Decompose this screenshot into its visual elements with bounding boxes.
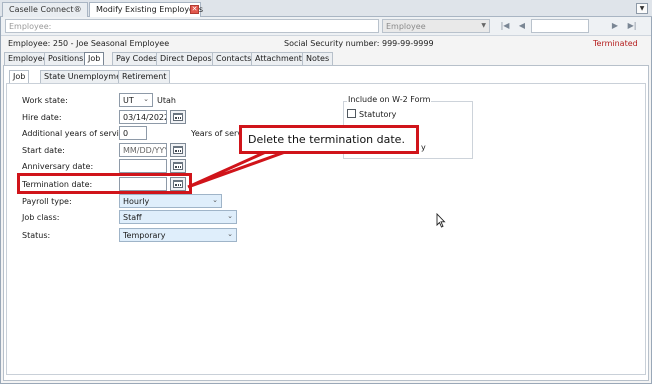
first-record-icon[interactable]: |◀ xyxy=(500,21,510,31)
instruction-callout: Delete the termination date. xyxy=(239,125,419,154)
years-of-service-label: Years of servi xyxy=(191,129,245,138)
window-menu-chevron-icon[interactable]: ▼ xyxy=(636,3,648,14)
statutory-label: Statutory xyxy=(359,110,397,119)
subtab-job[interactable]: Job xyxy=(9,70,30,83)
employee-name-label: Employee: 250 - Joe Seasonal Employee xyxy=(8,39,170,48)
chevron-down-icon: ⌄ xyxy=(212,196,218,204)
employee-search-input[interactable]: Employee: xyxy=(5,19,379,33)
anniversary-date-input[interactable] xyxy=(119,159,167,173)
additional-years-value: 0 xyxy=(123,129,129,138)
statutory-checkbox[interactable] xyxy=(347,109,356,118)
payroll-type-select[interactable]: Hourly ⌄ xyxy=(119,194,222,208)
last-record-icon[interactable]: ▶| xyxy=(627,21,637,31)
payroll-type-value: Hourly xyxy=(123,197,150,206)
mouse-cursor-icon xyxy=(436,213,446,228)
work-state-value: UT xyxy=(123,96,134,105)
chevron-down-icon: ⌄ xyxy=(227,212,233,220)
tab-positions[interactable]: Positions xyxy=(44,52,88,65)
work-state-select[interactable]: UT ⌄ xyxy=(119,93,153,107)
callout-text: Delete the termination date. xyxy=(248,133,405,146)
hire-date-input[interactable]: 03/14/2022 xyxy=(119,110,167,124)
tab-pay-codes[interactable]: Pay Codes xyxy=(112,52,162,65)
tab-label: Modify Existing Employees xyxy=(96,5,204,14)
additional-years-label: Additional years of service: xyxy=(22,129,131,138)
payroll-type-label: Payroll type: xyxy=(22,197,72,206)
status-select[interactable]: Temporary ⌄ xyxy=(119,228,237,242)
additional-years-input[interactable]: 0 xyxy=(119,126,147,140)
hire-date-value: 03/14/2022 xyxy=(123,113,167,122)
record-number-input[interactable] xyxy=(531,19,589,33)
job-class-label: Job class: xyxy=(22,213,60,222)
calendar-icon[interactable] xyxy=(170,143,186,157)
employee-status-badge: Terminated xyxy=(593,39,638,48)
start-date-label: Start date: xyxy=(22,146,65,155)
status-label: Status: xyxy=(22,231,51,240)
tab-caselle-connect[interactable]: Caselle Connect® xyxy=(2,2,88,17)
start-date-placeholder: MM/DD/YYYY xyxy=(123,146,166,155)
job-class-select[interactable]: Staff ⌄ xyxy=(119,210,237,224)
next-record-icon[interactable]: ▶ xyxy=(610,21,620,31)
close-tab-icon[interactable]: ✕ xyxy=(190,5,199,14)
employee-search-placeholder: Employee: xyxy=(9,22,52,31)
hire-date-label: Hire date: xyxy=(22,113,62,122)
chevron-down-icon: ▼ xyxy=(481,22,486,29)
toolbar: Employee: Employee ▼ |◀ ◀ ▶ ▶| xyxy=(1,17,651,36)
subtab-retirement[interactable]: Retirement xyxy=(118,70,171,83)
tab-job[interactable]: Job xyxy=(84,52,105,66)
lookup-type-select[interactable]: Employee ▼ xyxy=(382,19,490,33)
ssn-label: Social Security number: 999-99-9999 xyxy=(284,39,434,48)
calendar-icon[interactable] xyxy=(170,110,186,124)
chevron-down-icon: ⌄ xyxy=(143,95,149,103)
w2-group-title: Include on W-2 Form xyxy=(347,95,432,104)
tab-label: Caselle Connect® xyxy=(9,5,82,14)
tab-contacts[interactable]: Contacts xyxy=(212,52,256,65)
start-date-input[interactable]: MM/DD/YYYY xyxy=(119,143,167,157)
work-state-name: Utah xyxy=(157,96,176,105)
termination-date-highlight xyxy=(17,173,192,194)
previous-record-icon[interactable]: ◀ xyxy=(517,21,527,31)
chevron-down-icon: ⌄ xyxy=(227,230,233,238)
tab-modify-existing-employees[interactable]: Modify Existing Employees ✕ xyxy=(89,2,204,18)
work-state-label: Work state: xyxy=(22,96,68,105)
status-value: Temporary xyxy=(123,231,166,240)
lookup-type-value: Employee xyxy=(386,22,426,31)
anniversary-date-label: Anniversary date: xyxy=(22,162,94,171)
document-tab-strip: Caselle Connect® Modify Existing Employe… xyxy=(0,0,652,18)
calendar-icon[interactable] xyxy=(170,159,186,173)
tab-notes[interactable]: Notes xyxy=(302,52,334,65)
job-class-value: Staff xyxy=(123,213,142,222)
w2-partial-label: y xyxy=(421,143,426,152)
